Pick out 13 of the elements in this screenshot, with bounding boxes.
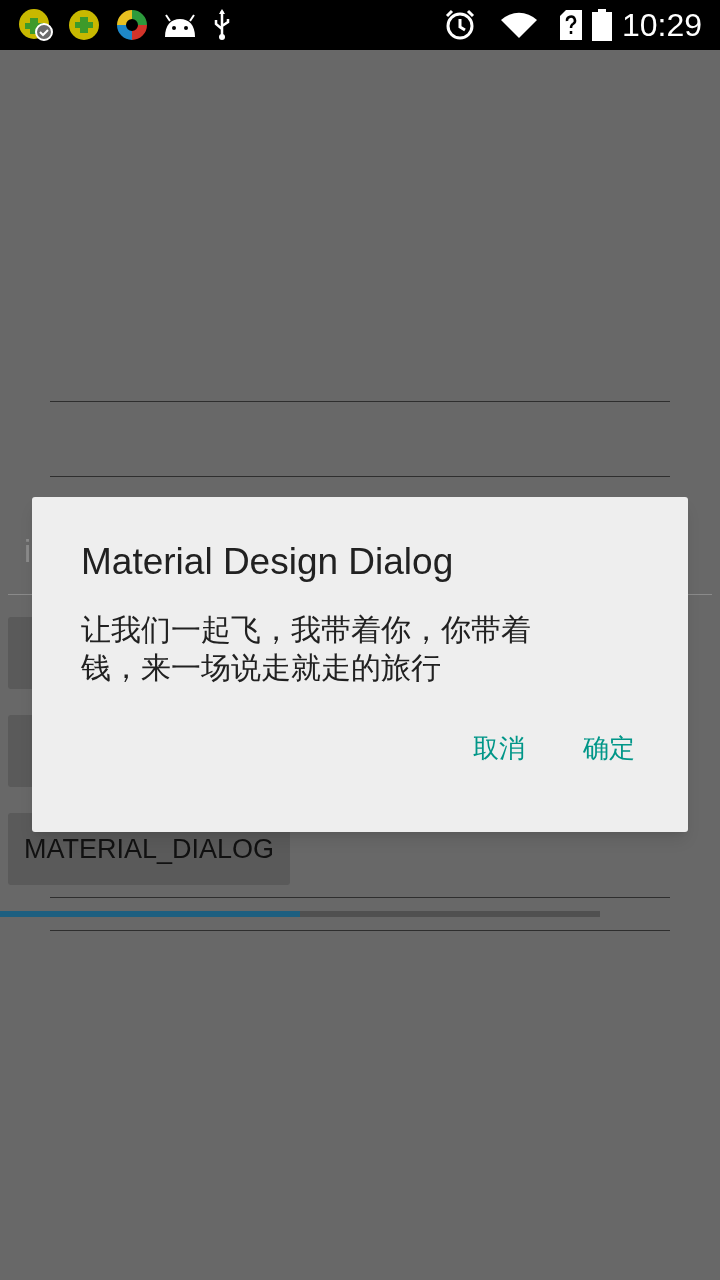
dialog-title: Material Design Dialog [81,540,455,584]
shield-check-icon [18,8,54,42]
dialog-button[interactable]: 确定 [569,723,649,773]
sim-icon [559,10,582,40]
wifi-icon [499,11,538,39]
plus-shield-icon [68,9,100,41]
dialog-message: 让我们一起飞，我带着你，你带着钱，来一场说走就走的旅行 [81,612,532,686]
dialog-button[interactable]: 取消 [459,723,539,773]
usb-icon [212,9,232,41]
clock-time: 10:29 [621,9,702,41]
alarm-icon [443,9,476,41]
app-icon [116,9,148,41]
battery-icon [591,9,612,41]
